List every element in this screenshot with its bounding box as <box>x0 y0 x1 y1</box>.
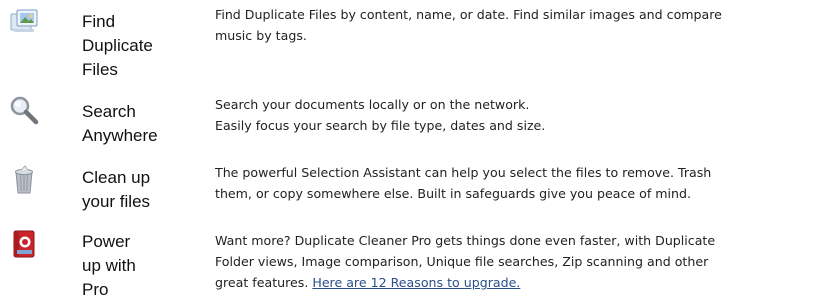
find-duplicates-icon <box>8 6 40 38</box>
feature-title: Clean up your files <box>82 168 151 211</box>
pro-box-icon <box>8 228 40 260</box>
feature-description: Find Duplicate Files by content, name, o… <box>215 7 722 43</box>
feature-title: Find Duplicate Files <box>82 12 153 79</box>
upgrade-reasons-link[interactable]: Here are 12 Reasons to upgrade. <box>312 275 520 290</box>
feature-title: Search Anywhere <box>82 102 158 145</box>
feature-description: The powerful Selection Assistant can hel… <box>215 165 712 201</box>
feature-description: Search your documents locally or on the … <box>215 97 546 133</box>
trash-bin-icon <box>8 164 40 196</box>
feature-description: Want more? Duplicate Cleaner Pro gets th… <box>215 230 827 293</box>
magnifier-icon <box>8 94 40 126</box>
feature-title: Power up with Pro <box>82 232 136 299</box>
